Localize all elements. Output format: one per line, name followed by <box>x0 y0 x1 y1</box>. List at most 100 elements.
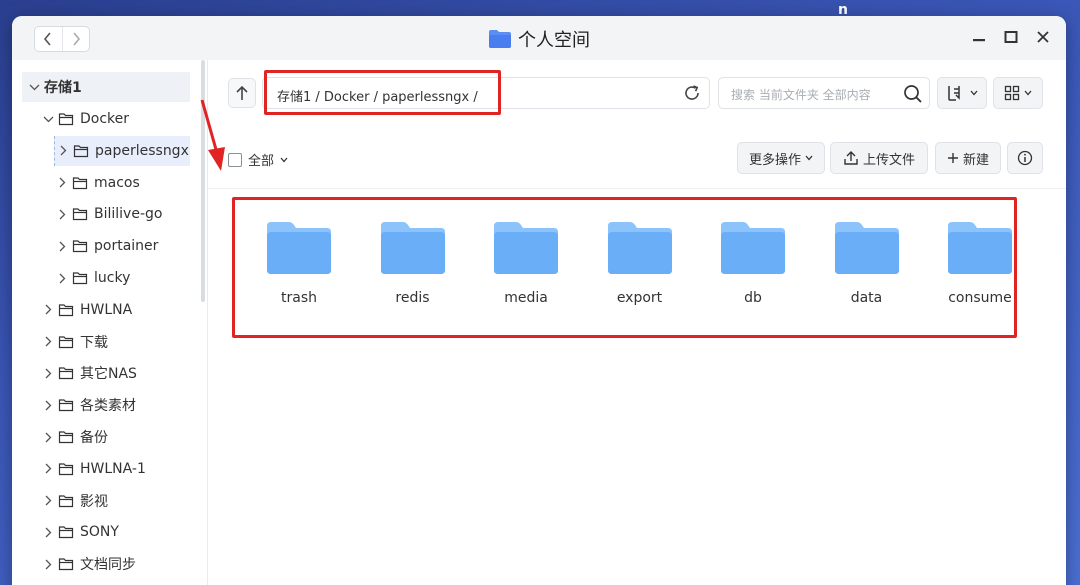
chevron-right-icon[interactable] <box>42 368 54 379</box>
folder-icon <box>834 222 899 274</box>
chevron-right-icon[interactable] <box>56 209 68 220</box>
folder-outline-icon <box>58 430 74 444</box>
path-highlight-annotation <box>264 70 501 115</box>
annotation-arrow <box>200 99 225 171</box>
sidebar-scrollbar[interactable] <box>201 60 205 302</box>
sidebar-item-macos[interactable]: macos <box>56 168 190 198</box>
folder-outline-icon <box>58 398 74 412</box>
info-icon <box>1017 150 1033 166</box>
chevron-right-icon[interactable] <box>42 527 54 538</box>
folder-name: redis <box>395 290 430 306</box>
sidebar-item-bililive-go[interactable]: Bililive-go <box>56 199 190 229</box>
sidebar-item--[interactable]: 备份 <box>42 422 190 452</box>
sidebar-item-label: 其它NAS <box>80 366 137 383</box>
sidebar-item-label: portainer <box>94 238 159 255</box>
folder-outline-icon <box>73 144 89 158</box>
folder-item-consume[interactable]: consume <box>935 220 1025 320</box>
sidebar-item-portainer[interactable]: portainer <box>56 231 190 261</box>
upload-icon <box>844 151 858 165</box>
chevron-right-icon[interactable] <box>42 400 54 411</box>
minimize-icon <box>973 39 985 42</box>
chevron-down-icon <box>805 155 813 161</box>
window-controls <box>970 28 1052 46</box>
folder-outline-icon <box>58 557 74 571</box>
more-actions-button[interactable]: 更多操作 <box>737 142 825 174</box>
folder-outline-icon <box>72 271 88 285</box>
refresh-button[interactable] <box>683 84 701 106</box>
folder-item-export[interactable]: export <box>595 220 685 320</box>
grid-view-icon <box>1004 85 1020 101</box>
folder-item-redis[interactable]: redis <box>368 220 458 320</box>
sort-button[interactable] <box>937 77 987 109</box>
chevron-down-icon <box>1024 90 1032 96</box>
folder-outline-icon <box>58 112 74 126</box>
sidebar-item-storage1[interactable]: 存储1 <box>22 72 190 102</box>
folder-outline-icon <box>58 335 74 349</box>
view-mode-button[interactable] <box>993 77 1043 109</box>
sidebar-item--[interactable]: 下载 <box>42 327 190 357</box>
search-input[interactable]: 搜索 当前文件夹 全部内容 <box>718 77 930 109</box>
maximize-button[interactable] <box>1002 28 1020 46</box>
upload-file-label: 上传文件 <box>862 152 915 168</box>
folder-name: trash <box>281 290 317 306</box>
sidebar-item--[interactable]: 各类素材 <box>42 390 190 420</box>
arrow-up-icon <box>236 85 248 100</box>
close-button[interactable] <box>1034 28 1052 46</box>
chevron-right-icon[interactable] <box>56 241 68 252</box>
sidebar-tree: 存储1 Docker paperlessngx macos Bililive-go por… <box>12 60 208 585</box>
upload-file-button[interactable]: 上传文件 <box>830 142 928 174</box>
sidebar-item--nas[interactable]: 其它NAS <box>42 358 190 388</box>
sidebar-item-label: HWLNA-1 <box>80 460 146 477</box>
folder-name: db <box>744 290 762 306</box>
folder-outline-icon <box>58 366 74 380</box>
sidebar-item-label: SONY <box>80 524 119 541</box>
select-all[interactable]: 全部 <box>228 150 288 169</box>
info-button[interactable] <box>1007 142 1043 174</box>
more-actions-label: 更多操作 <box>748 152 801 168</box>
sidebar-item-hwlna-1[interactable]: HWLNA-1 <box>42 454 190 484</box>
folder-icon <box>267 222 331 274</box>
chevron-right-icon[interactable] <box>56 273 68 284</box>
folder-outline-icon <box>58 525 74 539</box>
sidebar-item-sony[interactable]: SONY <box>42 517 190 547</box>
folder-name: data <box>850 290 883 306</box>
sidebar-item-hwlna[interactable]: HWLNA <box>42 295 190 325</box>
folder-icon <box>380 222 445 274</box>
folder-item-data[interactable]: data <box>822 220 912 320</box>
chevron-right-icon[interactable] <box>42 336 54 347</box>
sidebar-item-paperlessngx[interactable]: paperlessngx <box>54 135 190 166</box>
sidebar-item--[interactable]: 文档同步 <box>42 549 190 579</box>
chevron-right-icon[interactable] <box>42 495 54 506</box>
sidebar-item-lucky[interactable]: lucky <box>56 263 190 293</box>
sidebar-item-docker[interactable]: Docker <box>42 104 190 134</box>
folder-outline-icon <box>72 239 88 253</box>
chevron-down-icon[interactable] <box>28 84 40 91</box>
folder-item-media[interactable]: media <box>481 220 571 320</box>
new-label: 新建 <box>962 152 989 168</box>
folder-icon <box>948 222 1012 274</box>
chevron-right-icon[interactable] <box>56 177 68 188</box>
close-icon <box>1037 31 1049 43</box>
folder-item-db[interactable]: db <box>708 220 798 320</box>
chevron-right-icon[interactable] <box>57 145 69 156</box>
window-title-text: 个人空间 <box>518 30 590 51</box>
folder-outline-icon <box>58 494 74 508</box>
folder-item-trash[interactable]: trash <box>254 220 344 320</box>
chevron-right-icon[interactable] <box>42 304 54 315</box>
sidebar-item-label: 存储1 <box>44 80 82 96</box>
folder-name: media <box>504 290 548 306</box>
sidebar-item-label: paperlessngx <box>95 142 189 159</box>
chevron-right-icon[interactable] <box>42 559 54 570</box>
new-button[interactable]: 新建 <box>935 142 1001 174</box>
minimize-button[interactable] <box>970 28 988 46</box>
sidebar-item-label: 备份 <box>80 430 108 446</box>
sidebar-item-label: Bililive-go <box>94 206 163 223</box>
folder-name: export <box>616 290 663 306</box>
file-manager-window: 个人空间 存储1 Docker paperlessngx macos Bililive-… <box>12 16 1066 585</box>
chevron-down-icon[interactable] <box>42 116 54 123</box>
chevron-right-icon[interactable] <box>42 432 54 443</box>
chevron-right-icon[interactable] <box>42 463 54 474</box>
refresh-icon <box>685 85 699 100</box>
sidebar-item--[interactable]: 影视 <box>42 486 190 516</box>
chevron-down-icon <box>970 90 978 96</box>
